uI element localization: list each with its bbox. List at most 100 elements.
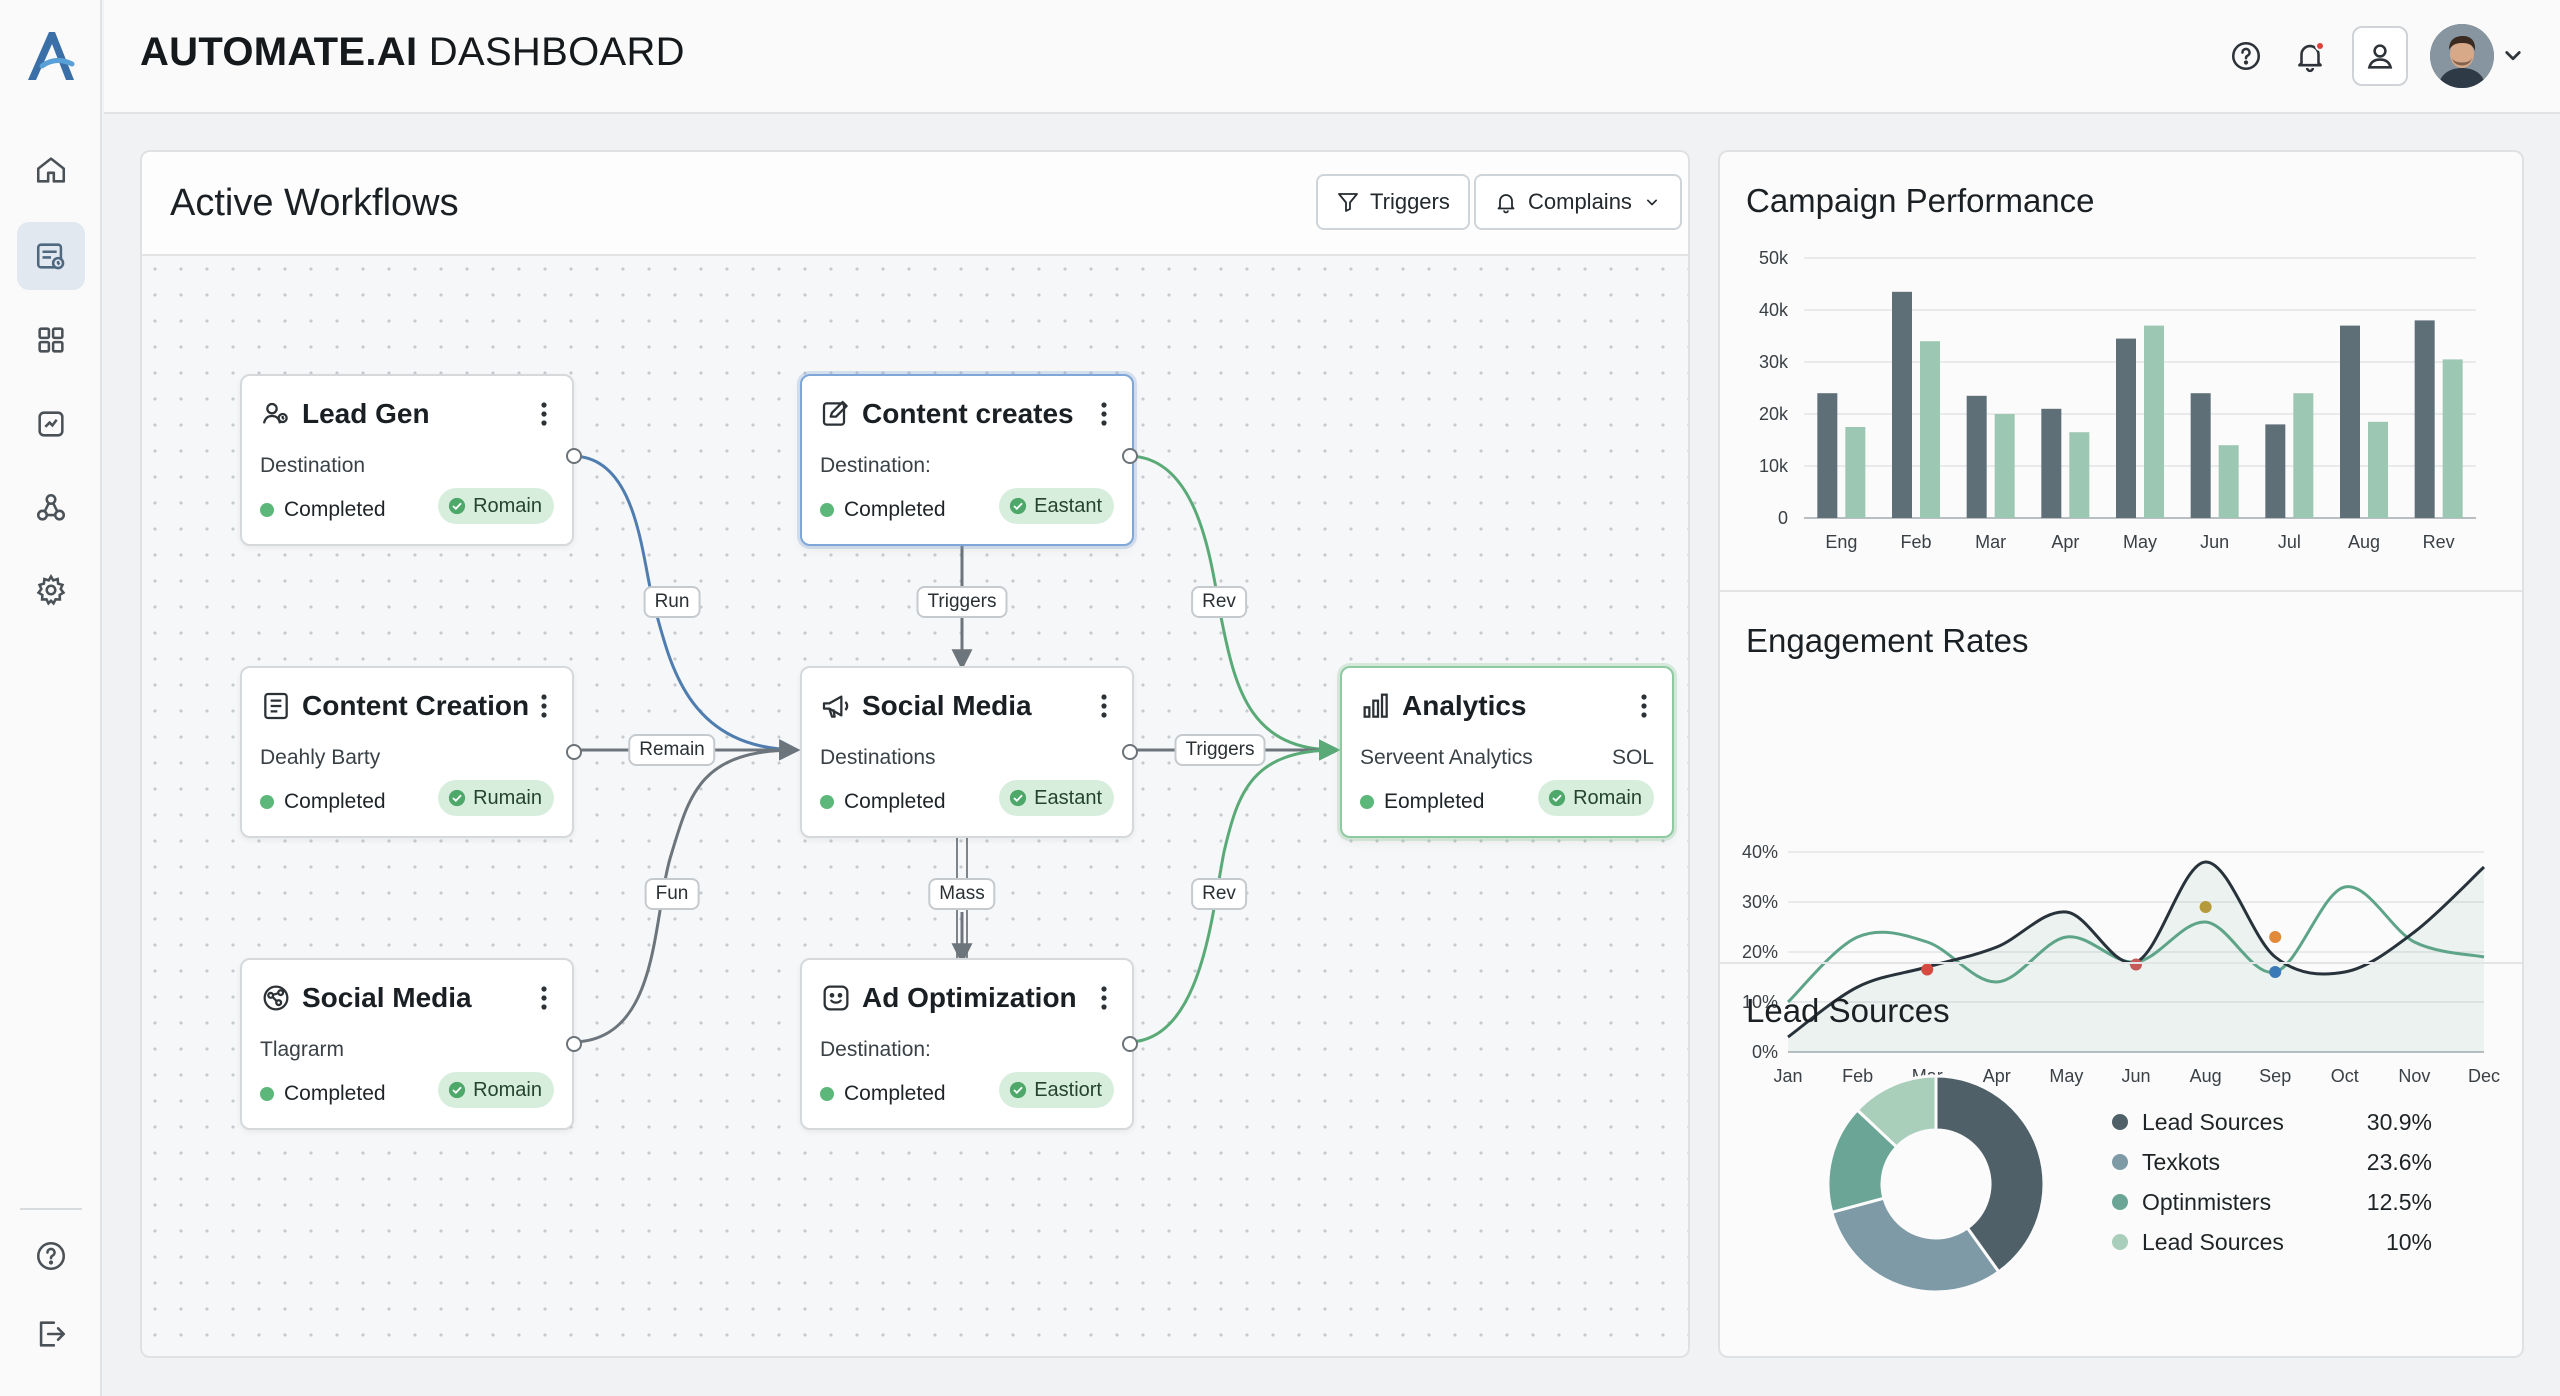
node-output-port[interactable] xyxy=(566,744,582,760)
line-x-tick: Dec xyxy=(2468,1066,2500,1086)
avatar[interactable] xyxy=(2430,24,2494,88)
sidebar-item-integrations[interactable] xyxy=(17,474,85,542)
gear-icon xyxy=(36,574,66,606)
node-title: Content creates xyxy=(862,398,1074,429)
legend-swatch xyxy=(2112,1234,2128,1250)
edge-label-fun[interactable]: Fun xyxy=(644,878,700,910)
triggers-filter-button[interactable]: Triggers xyxy=(1316,174,1470,230)
help-button[interactable] xyxy=(2222,32,2270,80)
status-dot xyxy=(260,503,274,517)
node-destination: Destination: xyxy=(820,1038,931,1061)
node-status: Completed xyxy=(820,1082,946,1106)
node-content-creates[interactable]: Content creates Destination: Completed E… xyxy=(800,374,1138,546)
node-output-port[interactable] xyxy=(566,448,582,464)
sidebar-item-media[interactable] xyxy=(17,390,85,458)
sidebar-item-help[interactable] xyxy=(17,1222,85,1290)
edge-label-run[interactable]: Run xyxy=(643,586,701,618)
bar xyxy=(2265,424,2286,518)
node-menu-button[interactable] xyxy=(1090,982,1118,1014)
bar xyxy=(1845,427,1866,518)
node-status-label: Completed xyxy=(284,498,386,521)
node-output-port[interactable] xyxy=(1122,1036,1138,1052)
line-marker xyxy=(2269,931,2282,943)
sidebar-item-apps[interactable] xyxy=(17,306,85,374)
bar xyxy=(2116,338,2136,518)
edge-label-triggers-right[interactable]: Triggers xyxy=(1174,734,1266,766)
node-menu-button[interactable] xyxy=(1090,690,1118,722)
sidebar-divider xyxy=(20,1208,82,1210)
node-analytics[interactable]: Analytics Serveent Analytics SOL Eomplet… xyxy=(1340,666,1674,838)
node-social-media-left[interactable]: Social Media Tlagrarm Completed Romain xyxy=(240,958,582,1130)
sidebar-item-home[interactable] xyxy=(17,136,85,204)
chevron-down-icon xyxy=(1646,199,1657,206)
more-vertical-icon xyxy=(1101,986,1107,1010)
node-output-port[interactable] xyxy=(1122,448,1138,464)
sidebar-item-settings[interactable] xyxy=(17,556,85,624)
node-menu-button[interactable] xyxy=(530,690,558,722)
legend-swatch xyxy=(2112,1154,2128,1170)
lead-icon xyxy=(262,402,288,424)
complains-filter-button[interactable]: Complains xyxy=(1474,174,1682,230)
node-status: Completed xyxy=(820,498,946,522)
sidebar-item-logout[interactable] xyxy=(17,1300,85,1368)
node-badge-label: Romain xyxy=(1573,786,1642,809)
sidebar xyxy=(0,0,102,1396)
chevron-down-icon[interactable] xyxy=(2498,40,2528,70)
node-social-media-center[interactable]: Social Media Destinations Completed East… xyxy=(800,666,1138,838)
legend-swatch xyxy=(2112,1114,2128,1130)
app-logo[interactable] xyxy=(22,26,80,86)
status-dot xyxy=(820,1087,834,1101)
notification-badge xyxy=(2315,41,2325,51)
line-y-tick: 0% xyxy=(1752,1042,1778,1062)
more-vertical-icon xyxy=(1101,694,1107,718)
node-lead-gen[interactable]: Lead Gen Destination Completed Romain xyxy=(240,374,582,546)
node-badge-label: Eastant xyxy=(1034,494,1102,517)
node-title: Content Creation xyxy=(302,690,530,721)
more-vertical-icon xyxy=(1101,402,1107,426)
node-menu-button[interactable] xyxy=(1630,690,1658,722)
node-title: Lead Gen xyxy=(302,398,430,429)
edge-label-triggers-top[interactable]: Triggers xyxy=(916,586,1008,618)
grid-icon xyxy=(38,327,64,353)
smile-icon xyxy=(823,985,849,1011)
node-output-port[interactable] xyxy=(1122,744,1138,760)
edge-label-rev-bottom[interactable]: Rev xyxy=(1191,878,1247,910)
node-menu-button[interactable] xyxy=(530,398,558,430)
bar xyxy=(2340,325,2360,518)
node-content-creation[interactable]: Content Creation Deahly Barty Completed … xyxy=(240,666,582,838)
bar-x-tick: Mar xyxy=(1975,532,2006,552)
node-ad-optimization[interactable]: Ad Optimization Destination: Completed E… xyxy=(800,958,1138,1130)
edge-label-remain[interactable]: Remain xyxy=(628,734,716,766)
legend-label: Texkots xyxy=(2142,1148,2220,1175)
notifications-button[interactable] xyxy=(2286,32,2334,80)
line-marker xyxy=(2269,966,2282,978)
node-title: Social Media xyxy=(862,690,1032,721)
edge-label-mass[interactable]: Mass xyxy=(928,878,996,910)
node-title: Ad Optimization xyxy=(862,982,1077,1013)
bar-x-tick: Apr xyxy=(2051,532,2079,552)
legend-value: 10% xyxy=(2385,1228,2432,1255)
node-menu-button[interactable] xyxy=(530,982,558,1014)
node-destination: Destinations xyxy=(820,746,936,769)
legend-item: Lead Sources 10% xyxy=(2112,1222,2432,1262)
status-dot xyxy=(820,503,834,517)
top-header: AUTOMATE.AI DASHBOARD xyxy=(104,0,2560,114)
node-menu-button[interactable] xyxy=(1090,398,1118,430)
workflows-header: Active Workflows Triggers Complains xyxy=(142,152,1688,256)
status-dot xyxy=(260,795,274,809)
bar xyxy=(1920,341,1940,518)
node-output-port[interactable] xyxy=(566,1036,582,1052)
engagement-rates-title: Engagement Rates xyxy=(1746,622,2029,659)
line-x-tick: Jan xyxy=(1773,1066,1802,1086)
workflows-title: Active Workflows xyxy=(170,182,459,224)
bar-y-tick: 10k xyxy=(1759,456,1789,476)
sidebar-item-workflows[interactable] xyxy=(17,222,85,290)
line-y-tick: 30% xyxy=(1742,892,1778,912)
edge-label-rev-top[interactable]: Rev xyxy=(1191,586,1247,618)
profile-button[interactable] xyxy=(2352,26,2408,86)
logout-icon xyxy=(39,1321,66,1347)
edit-icon xyxy=(822,400,848,426)
active-workflows-panel: Active Workflows Triggers Complains Run … xyxy=(140,150,1690,1358)
share-icon xyxy=(263,985,289,1011)
node-destination: Deahly Barty xyxy=(260,746,381,769)
